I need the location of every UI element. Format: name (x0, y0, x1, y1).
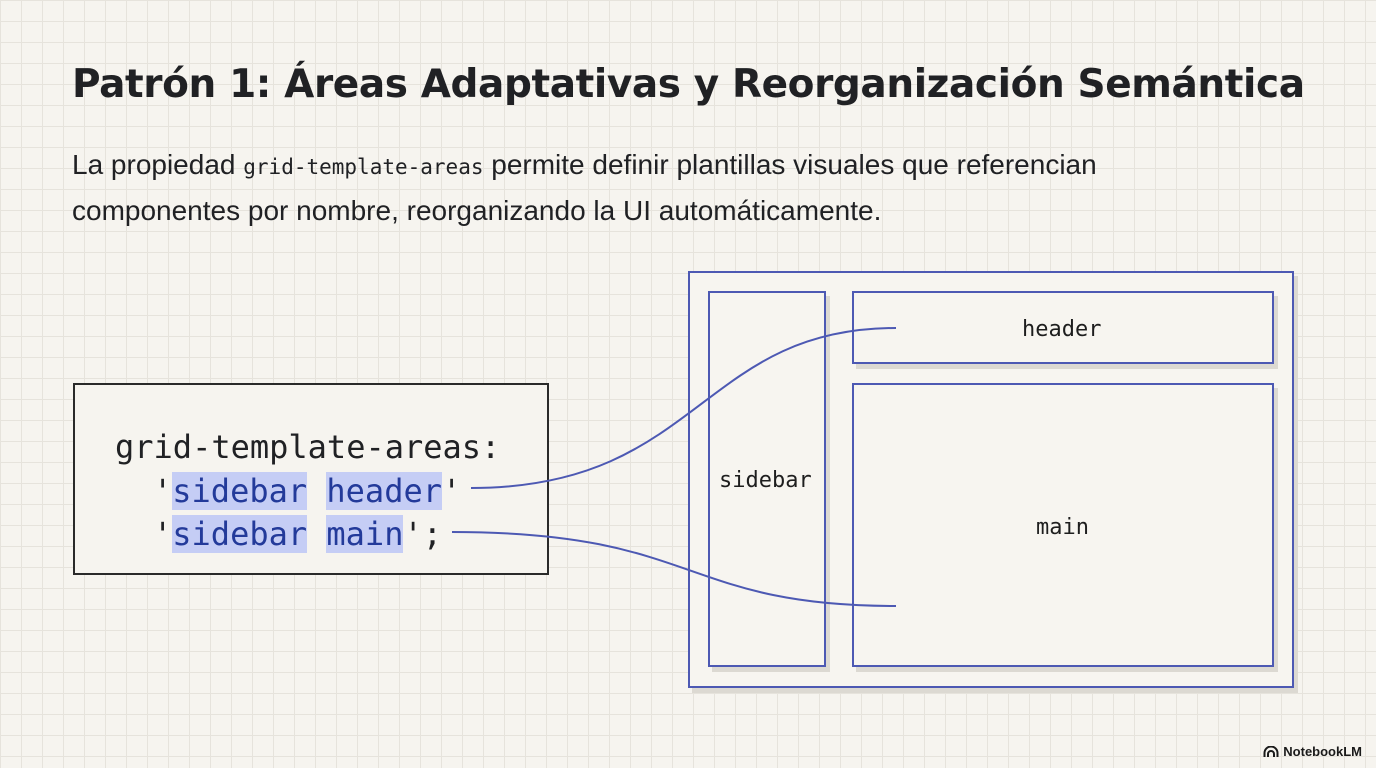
code-token-sidebar: sidebar (172, 472, 308, 510)
header-area: header (852, 291, 1274, 364)
notebooklm-brand: NotebookLM (1263, 744, 1362, 759)
quote-open: ' (153, 515, 173, 553)
description-code: grid-template-areas (243, 155, 484, 179)
main-area-label: main (1036, 515, 1089, 540)
code-token-sidebar: sidebar (172, 515, 308, 553)
slide-description: La propiedad grid-template-areas permite… (72, 143, 1272, 233)
brand-label: NotebookLM (1283, 744, 1362, 759)
quote-open: ' (153, 472, 173, 510)
header-area-label: header (1022, 317, 1102, 342)
description-text-start: La propiedad (72, 149, 244, 180)
sidebar-area-label: sidebar (719, 468, 812, 493)
notebooklm-icon (1263, 745, 1279, 757)
quote-close: '; (403, 515, 442, 553)
code-block: grid-template-areas: 'sidebar header' 's… (73, 383, 549, 575)
code-line-1: grid-template-areas: (115, 428, 501, 466)
code-token-main: main (326, 515, 404, 553)
quote-close: ' (441, 472, 462, 510)
code-token-header: header (326, 472, 442, 510)
code-line-3: 'sidebar main'; (153, 514, 442, 554)
slide-title: Patrón 1: Áreas Adaptativas y Reorganiza… (72, 62, 1305, 107)
sidebar-area: sidebar (708, 291, 826, 667)
code-line-2: 'sidebar header' (153, 471, 461, 511)
main-area: main (852, 383, 1274, 667)
